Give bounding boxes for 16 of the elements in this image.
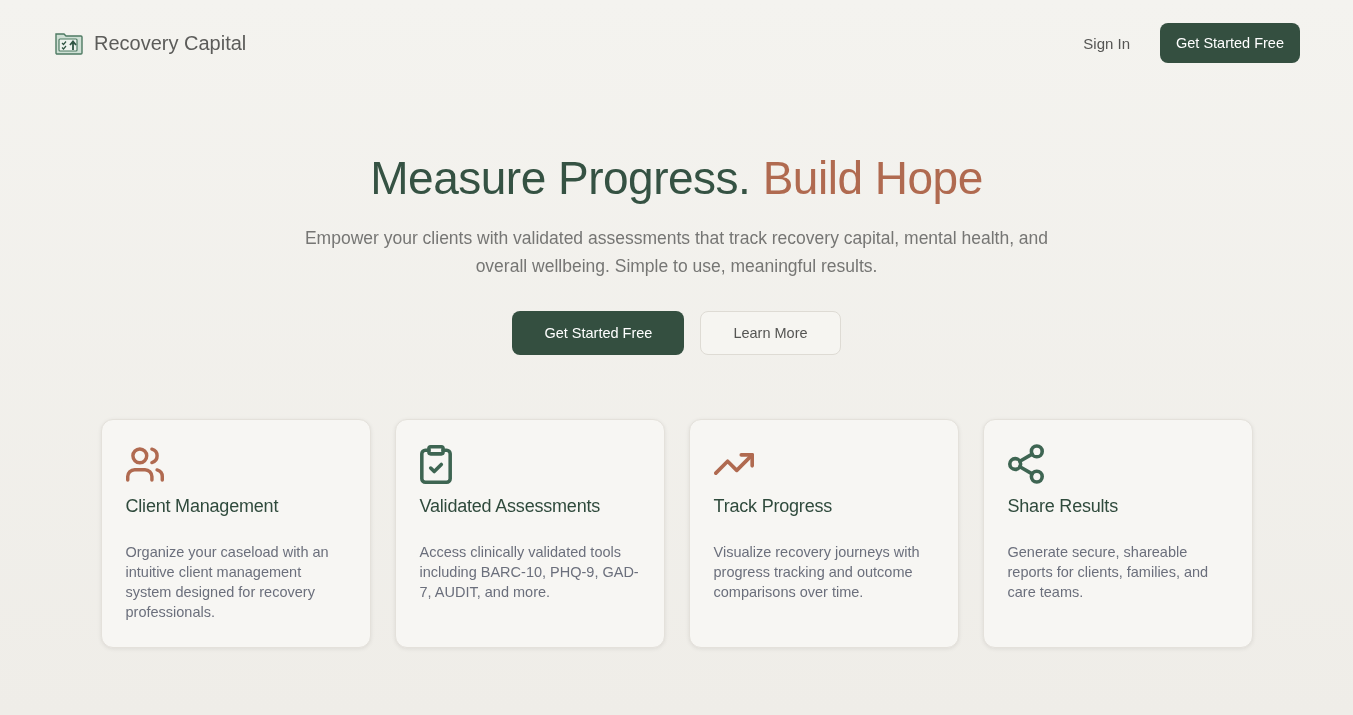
hero-headline: Measure Progress. Build Hope <box>370 151 983 206</box>
feature-description: Organize your caseload with an intuitive client management system designed for recovery professionals. <box>125 543 330 622</box>
logo-icon <box>54 30 84 56</box>
hero-subtitle: Empower your clients with validated assessments that track recovery capital, mental health, and overall wellbeing. Simple to use, meaningful results. <box>303 227 1050 278</box>
feature-title: Validated Assessments <box>419 495 602 518</box>
feature-title: Share Results <box>1007 495 1119 518</box>
learn-more-button[interactable]: Learn More <box>700 311 841 355</box>
get-started-button[interactable]: Get Started Free <box>512 311 685 355</box>
feature-description: Visualize recovery journeys with progress tracking and outcome comparisons over time. <box>713 543 921 602</box>
feature-title: Client Management <box>125 495 280 518</box>
feature-title: Track Progress <box>713 495 834 518</box>
feature-description: Generate secure, shareable reports for clients, families, and care teams. <box>1007 543 1210 602</box>
get-started-button[interactable]: Get Started Free <box>1160 23 1300 63</box>
brand-name: Recovery Capital <box>94 31 247 55</box>
feature-description: Access clinically validated tools including BARC-10, PHQ-9, GAD-7, AUDIT, and more. <box>419 543 640 602</box>
sign-in-link[interactable]: Sign In <box>1083 34 1130 52</box>
